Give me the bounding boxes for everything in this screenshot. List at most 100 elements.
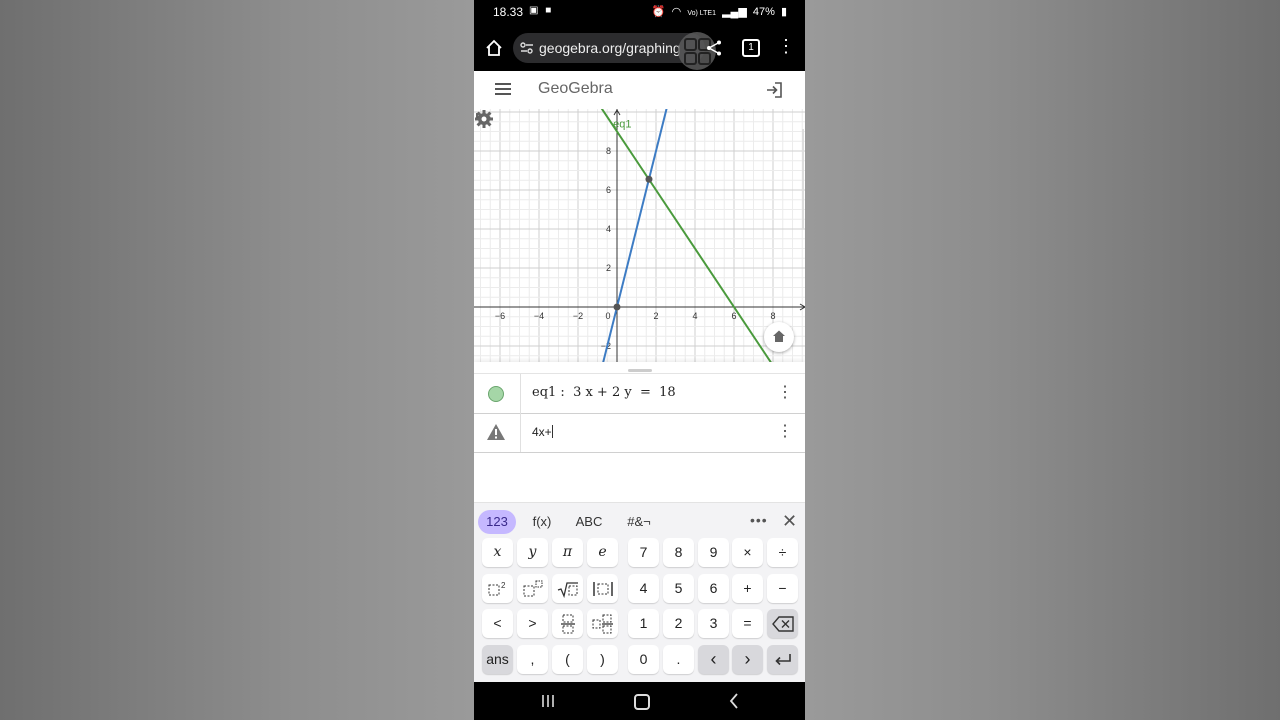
key-enter[interactable] (767, 645, 798, 674)
key-5[interactable]: 5 (663, 574, 694, 603)
visibility-dot-icon[interactable] (488, 386, 504, 402)
key-7[interactable]: 7 (628, 538, 659, 567)
key-y[interactable]: y (517, 538, 548, 567)
graph-canvas[interactable]: −6 −4 −2 0 2 4 6 88642−2eq1 (474, 109, 805, 362)
algebra-input-row[interactable]: 4x+ ⋮ (474, 413, 805, 453)
site-settings-icon[interactable] (519, 40, 535, 56)
text-caret (551, 425, 553, 438)
recent-apps-icon[interactable] (541, 694, 555, 708)
visibility-toggle[interactable] (474, 374, 521, 413)
browser-menu-icon[interactable]: ⋮ (777, 37, 795, 55)
key-mixed-fraction[interactable] (587, 609, 618, 638)
key-power[interactable] (517, 574, 548, 603)
status-bar: 18.33 ▣ ■ ⏰ ◠ Vo) LTE1 ▂▄▆ 47% ▮ (474, 0, 805, 25)
tab-123[interactable]: 123 (478, 510, 516, 534)
squared-icon: 2 (488, 581, 506, 596)
x-tick-label: 6 (731, 311, 736, 321)
video-background-right (805, 0, 1280, 720)
settings-gear-icon[interactable] (474, 109, 494, 129)
algebra-view: eq1 : 3 x + 2 y = 18 ⋮ 4x+ ⋮ (474, 362, 805, 502)
key-cursor-right[interactable]: › (732, 645, 763, 674)
x-tick-label: 0 (605, 311, 610, 321)
algebra-input-field[interactable]: 4x+ (532, 425, 553, 439)
tab-abc[interactable]: ABC (572, 510, 606, 534)
menu-icon[interactable] (495, 83, 511, 97)
key-divide[interactable]: ÷ (767, 538, 798, 567)
key-minus[interactable]: − (767, 574, 798, 603)
alarm-icon: ⏰ (651, 6, 666, 18)
drag-handle[interactable] (628, 369, 652, 372)
x-tick-label: −4 (534, 311, 544, 321)
geogebra-logo: GeoGebra (538, 80, 613, 97)
share-icon[interactable] (705, 39, 723, 57)
key-abs[interactable] (587, 574, 618, 603)
key-cursor-left[interactable]: ‹ (698, 645, 729, 674)
key-3[interactable]: 3 (698, 609, 729, 638)
key-9[interactable]: 9 (698, 538, 729, 567)
key-ans[interactable]: ans (482, 645, 513, 674)
backspace-icon (771, 616, 794, 632)
key-right-paren[interactable]: ) (587, 645, 618, 674)
enter-icon (774, 654, 791, 666)
key-left-paren[interactable]: ( (552, 645, 583, 674)
key-4[interactable]: 4 (628, 574, 659, 603)
more-keys-icon[interactable]: ••• (750, 512, 768, 528)
y-tick-label: 2 (606, 263, 611, 273)
algebra-row-eq1[interactable]: eq1 : 3 x + 2 y = 18 ⋮ (474, 373, 805, 414)
y-tick-label: 8 (606, 146, 611, 156)
sign-in-icon[interactable] (765, 81, 783, 99)
svg-text:2: 2 (501, 581, 506, 590)
graph-point (645, 175, 653, 183)
row-more-icon[interactable]: ⋮ (777, 424, 793, 441)
key-fraction[interactable] (552, 609, 583, 638)
key-greater-than[interactable]: > (517, 609, 548, 638)
graph-scrollbar[interactable] (802, 129, 804, 229)
home-icon[interactable] (484, 38, 504, 58)
key-equals[interactable]: = (732, 609, 763, 638)
error-marker (474, 413, 521, 452)
phone-screen: 18.33 ▣ ■ ⏰ ◠ Vo) LTE1 ▂▄▆ 47% ▮ geogebr… (474, 0, 805, 720)
key-less-than[interactable]: < (482, 609, 513, 638)
key-x[interactable]: x (482, 538, 513, 567)
graphics-view[interactable]: −6 −4 −2 0 2 4 6 8 8 6 4 2 −2 eq1 (474, 109, 805, 362)
key-0[interactable]: 0 (628, 645, 659, 674)
eq1-expression[interactable]: eq1 : 3 x + 2 y = 18 (532, 385, 676, 400)
key-8[interactable]: 8 (663, 538, 694, 567)
key-pi[interactable]: π (552, 538, 583, 567)
tab-switcher-button[interactable]: 1 (742, 39, 760, 57)
key-comma[interactable]: , (517, 645, 548, 674)
warning-icon (487, 424, 505, 440)
key-plus[interactable]: + (732, 574, 763, 603)
tab-functions[interactable]: f(x) (526, 510, 558, 534)
back-icon[interactable] (729, 693, 739, 709)
key-1[interactable]: 1 (628, 609, 659, 638)
key-e[interactable]: e (587, 538, 618, 567)
system-nav-bar (474, 682, 805, 720)
url-text: geogebra.org/graphing (539, 40, 681, 56)
key-dot[interactable]: . (663, 645, 694, 674)
row-more-icon[interactable]: ⋮ (777, 385, 793, 402)
key-squared[interactable]: 2 (482, 574, 513, 603)
x-tick-label: 2 (653, 311, 658, 321)
key-6[interactable]: 6 (698, 574, 729, 603)
signal-icon: ▂▄▆ (722, 6, 747, 18)
sqrt-icon (557, 582, 578, 599)
close-keyboard-icon[interactable]: ✕ (782, 511, 797, 532)
nav-home-icon[interactable] (634, 694, 650, 710)
key-sqrt[interactable] (552, 574, 583, 603)
math-keyboard: 123 f(x) ABC #&¬ ••• ✕ x y π e 7 8 9 × ÷… (474, 502, 805, 683)
browser-toolbar: geogebra.org/graphing 1 ⋮ (474, 25, 805, 71)
key-times[interactable]: × (732, 538, 763, 567)
battery-icon: ▮ (780, 6, 787, 18)
x-tick-label: 4 (692, 311, 697, 321)
key-2[interactable]: 2 (663, 609, 694, 638)
key-backspace[interactable] (767, 609, 798, 638)
power-icon (523, 580, 542, 597)
input-text: 4x+ (532, 425, 552, 439)
y-tick-label: 4 (606, 224, 611, 234)
graph-point (613, 303, 621, 311)
address-bar[interactable]: geogebra.org/graphing (513, 33, 705, 63)
tab-symbols[interactable]: #&¬ (622, 510, 656, 534)
battery-level: 47% (752, 6, 775, 18)
standard-view-button[interactable] (764, 322, 794, 352)
